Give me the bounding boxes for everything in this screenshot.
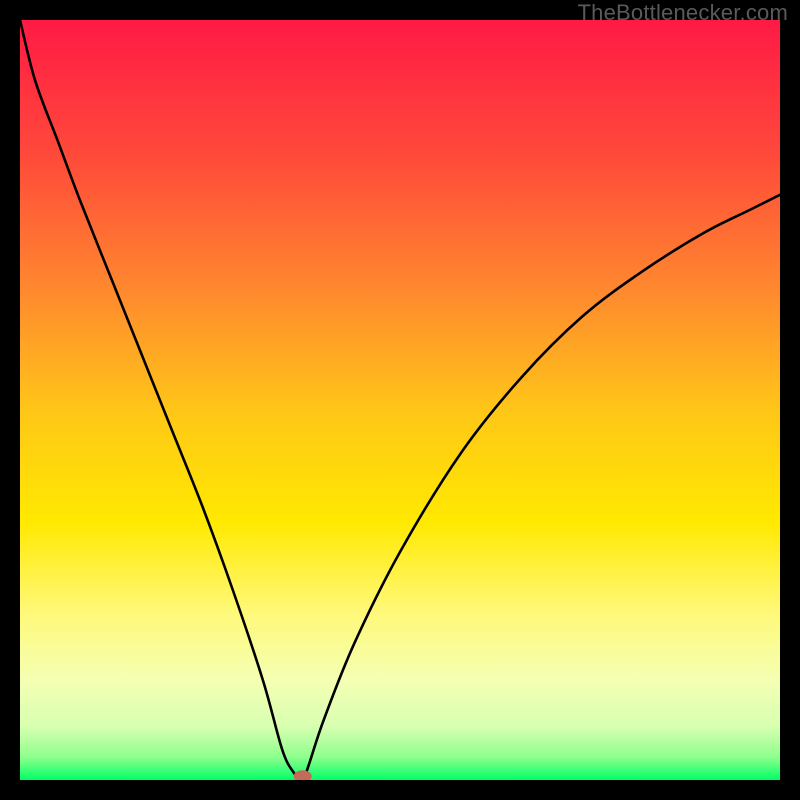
chart-frame: TheBottlenecker.com [0, 0, 800, 800]
gradient-background [20, 20, 780, 780]
chart-svg [20, 20, 780, 780]
plot-area [20, 20, 780, 780]
